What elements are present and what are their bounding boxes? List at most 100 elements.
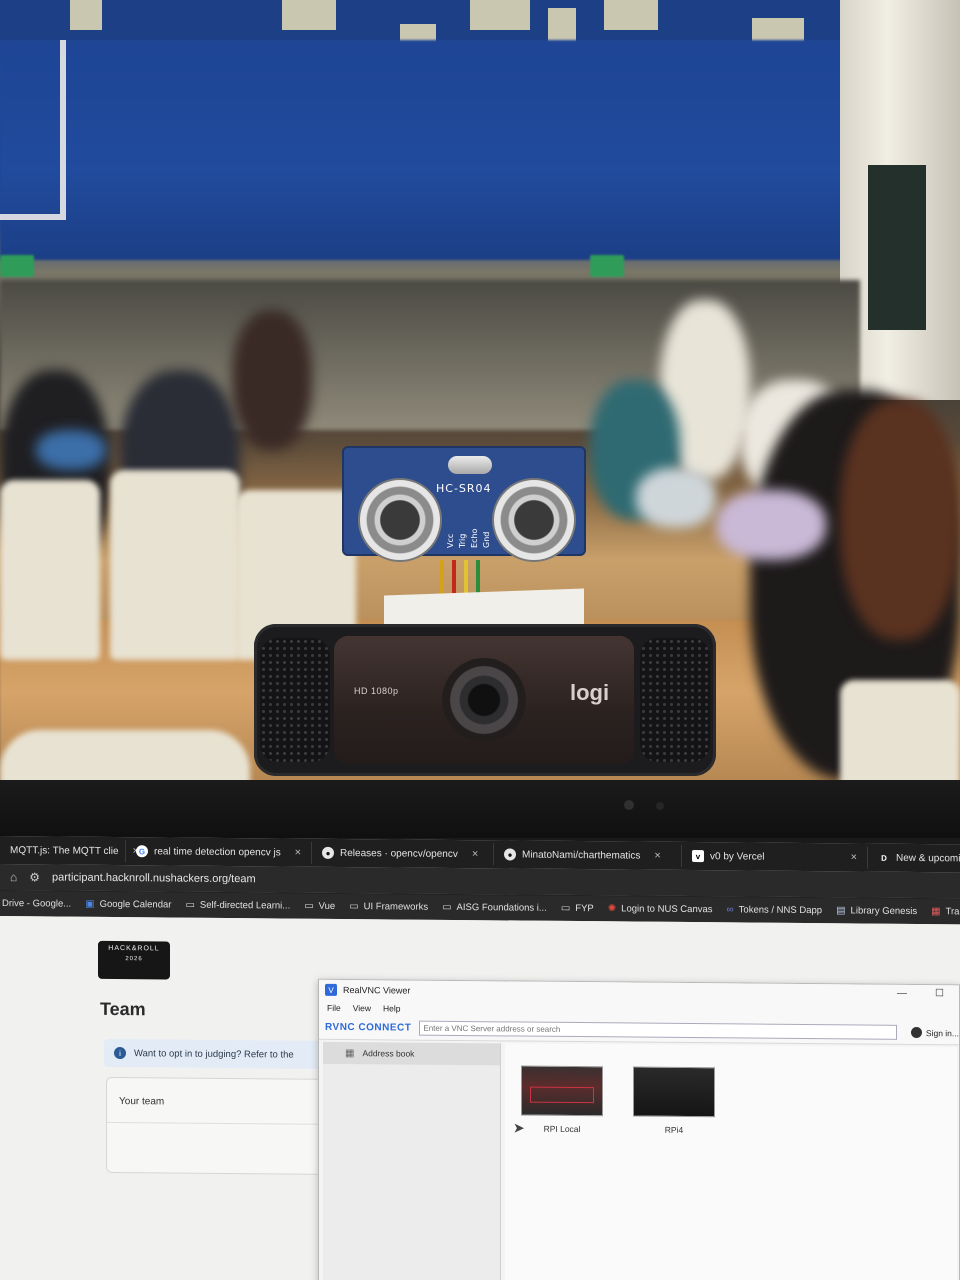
- hacknroll-team-page: HACK&ROLL 2026 Team i Want to opt in to …: [0, 916, 960, 1280]
- person-hair: [840, 400, 960, 640]
- minimize-icon[interactable]: —: [897, 988, 907, 999]
- tab-charthematics[interactable]: ● MinatoNami/charthematics ×: [494, 843, 682, 867]
- bookmark-label: FYP: [575, 903, 594, 915]
- vnc-window-title: RealVNC Viewer: [343, 984, 411, 996]
- bookmark-aisg[interactable]: ▭ AISG Foundations i...: [442, 902, 547, 914]
- hacknroll-logo: HACK&ROLL 2026: [98, 940, 170, 980]
- bookmark-label: Self-directed Learni...: [199, 899, 291, 912]
- page-title: Team: [100, 998, 146, 1020]
- blue-banner: [0, 40, 860, 260]
- user-icon: [910, 1026, 922, 1039]
- tab-opencv-releases[interactable]: ● Releases · opencv/opencv ×: [312, 841, 494, 866]
- menu-help[interactable]: Help: [383, 1003, 400, 1013]
- plastic-chair: [0, 480, 100, 660]
- computer-thumbnail-rpi4[interactable]: [633, 1066, 715, 1118]
- ultrasonic-sensor: HC-SR04 Vcc Trig Echo Gnd: [342, 446, 586, 562]
- bookmark-nns-dapp[interactable]: ∞ Tokens / NNS Dapp: [727, 904, 823, 916]
- laptop: [716, 490, 826, 560]
- webcam-speaker-grille: [640, 638, 710, 762]
- camera-lens-icon: [442, 658, 526, 742]
- menu-file[interactable]: File: [327, 1003, 341, 1013]
- webcam: HD 1080p logi: [254, 624, 716, 776]
- close-icon[interactable]: ×: [472, 848, 478, 860]
- laptop-camera-icon: [624, 800, 634, 810]
- v0-icon: v: [692, 850, 704, 863]
- tab-opencv-search[interactable]: G real time detection opencv js us ×: [126, 840, 312, 864]
- bookmark-library-genesis[interactable]: ▤ Library Genesis: [836, 905, 917, 917]
- webcam-brand-logo: logi: [570, 680, 610, 705]
- bookmark-label: Tra: [945, 906, 960, 918]
- tab-title: New & upcomin: [896, 852, 960, 864]
- close-icon[interactable]: ×: [654, 850, 660, 862]
- folder-icon: ▭: [560, 902, 571, 914]
- sensor-model-label: HC-SR04: [436, 482, 492, 495]
- sign-in-label: Sign in...: [925, 1027, 959, 1038]
- computer-thumbnail-rpi-local[interactable]: [521, 1065, 603, 1117]
- sensor-transducer: [492, 478, 576, 562]
- laptop: [36, 430, 106, 470]
- bookmark-self-directed[interactable]: ▭ Self-directed Learni...: [185, 900, 290, 912]
- d-icon: D: [878, 851, 890, 864]
- tab-title: real time detection opencv js us: [154, 845, 281, 858]
- maximize-icon[interactable]: ☐: [935, 988, 944, 999]
- close-icon[interactable]: ×: [295, 847, 301, 859]
- bookmark-label: Google Calendar: [99, 898, 172, 911]
- pin-label: Echo: [470, 528, 479, 548]
- vnc-server-search-input[interactable]: [419, 1020, 897, 1040]
- bookmark-label: UI Frameworks: [363, 901, 429, 913]
- bookmark-ui-frameworks[interactable]: ▭ UI Frameworks: [349, 901, 428, 913]
- photo-scene: HC-SR04 Vcc Trig Echo Gnd HD 1080p logi: [0, 0, 960, 800]
- laptop-sensor-icon: [656, 802, 664, 810]
- window: [868, 165, 926, 330]
- bookmark-vue[interactable]: ▭ Vue: [304, 901, 335, 912]
- bookmark-label: Login to NUS Canvas: [621, 903, 713, 916]
- vnc-viewer-window: V RealVNC Viewer — ☐ File View Help RVNC…: [318, 978, 960, 1280]
- alert-text: Want to opt in to judging? Refer to the: [134, 1047, 294, 1061]
- tab-v0[interactable]: v v0 by Vercel ×: [682, 844, 868, 869]
- vnc-app-icon: V: [325, 983, 337, 996]
- team-card: Your team: [106, 1076, 336, 1175]
- vnc-toolbar: RVNC CONNECT Sign in...: [319, 1015, 959, 1046]
- judging-alert: i Want to opt in to judging? Refer to th…: [104, 1038, 334, 1069]
- logo-year: 2026: [125, 956, 143, 963]
- sidebar-item-label: Address book: [362, 1048, 415, 1059]
- sensor-crystal: [448, 456, 492, 474]
- ceiling-light: [70, 0, 102, 30]
- plastic-chair: [840, 680, 960, 790]
- team-card-label: Your team: [119, 1096, 165, 1108]
- webcam-speaker-grille: [260, 638, 330, 762]
- tab-new-upcoming[interactable]: D New & upcomin: [868, 847, 960, 870]
- ceiling-light: [470, 0, 530, 30]
- logo-text: HACK&ROLL: [108, 944, 160, 953]
- browser-window: MQTT.js: The MQTT clie × G real time det…: [0, 836, 960, 1280]
- close-icon[interactable]: ×: [851, 851, 857, 863]
- folder-icon: ▭: [304, 900, 314, 912]
- sensor-transducer: [358, 478, 442, 562]
- url-text[interactable]: participant.hacknroll.nushackers.org/tea…: [52, 871, 256, 885]
- tab-title: v0 by Vercel: [710, 850, 765, 863]
- ceiling-light: [282, 0, 336, 30]
- exit-sign: [0, 255, 34, 277]
- webcam-face: HD 1080p logi: [334, 636, 634, 764]
- tab-title: MQTT.js: The MQTT clie: [10, 844, 119, 857]
- exit-sign: [590, 255, 624, 277]
- laptop: [636, 468, 716, 528]
- bookmark-nus-canvas[interactable]: ✺ Login to NUS Canvas: [608, 903, 713, 915]
- bookmark-tra[interactable]: ▦ Tra: [931, 906, 959, 917]
- sidebar-item-address-book[interactable]: ▦ Address book: [323, 1041, 500, 1066]
- folder-icon: ▭: [185, 899, 195, 911]
- pin-label: Gnd: [482, 531, 491, 548]
- bookmark-fyp[interactable]: ▭ FYP: [561, 903, 594, 914]
- pin-label: Vcc: [446, 533, 455, 548]
- library-icon: ▤: [836, 905, 846, 917]
- home-icon[interactable]: ⌂: [10, 870, 17, 884]
- menu-view[interactable]: View: [353, 1003, 371, 1013]
- site-info-icon[interactable]: ⚙: [29, 870, 40, 884]
- grid-icon: ▦: [345, 1047, 355, 1059]
- sign-in-button[interactable]: Sign in...: [910, 1026, 959, 1039]
- bookmark-google-calendar[interactable]: ▣ Google Calendar: [85, 899, 171, 911]
- webcam-resolution-label: HD 1080p: [354, 686, 399, 696]
- mouse-cursor-icon: ➤: [513, 1119, 525, 1136]
- bookmark-drive[interactable]: Drive - Google...: [2, 898, 71, 910]
- tab-mqtt[interactable]: MQTT.js: The MQTT clie ×: [0, 839, 139, 863]
